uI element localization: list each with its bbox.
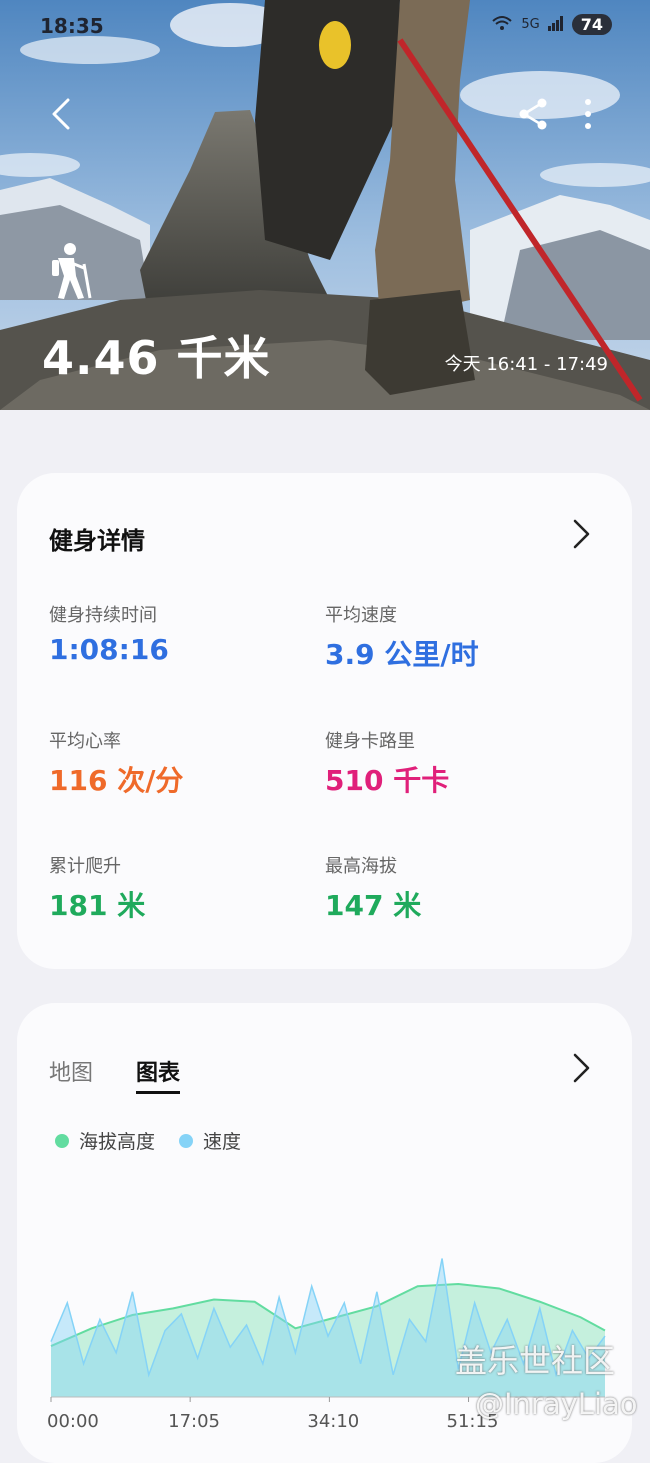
battery-indicator: 74 bbox=[571, 14, 612, 35]
metric-label-avg-heart-rate: 平均心率 bbox=[49, 731, 121, 752]
hiking-icon bbox=[48, 242, 94, 300]
metric-value-avg-speed: 3.9 公里/时 bbox=[325, 638, 479, 671]
chevron-right-icon[interactable] bbox=[569, 517, 593, 551]
cellular-signal-icon bbox=[547, 15, 564, 35]
metric-label-avg-speed: 平均速度 bbox=[325, 605, 397, 626]
metric-label-max-altitude: 最高海拔 bbox=[325, 856, 397, 877]
metric-label-calories: 健身卡路里 bbox=[325, 731, 415, 752]
workout-time-range: 今天 16:41 - 17:49 bbox=[444, 354, 608, 375]
workout-details-card[interactable]: 健身详情 健身持续时间 1:08:16 平均速度 3.9 公里/时 平均心率 1… bbox=[17, 473, 632, 969]
wifi-icon bbox=[491, 15, 513, 35]
details-title: 健身详情 bbox=[49, 527, 145, 555]
metric-value-duration: 1:08:16 bbox=[49, 633, 169, 666]
share-button[interactable] bbox=[516, 96, 552, 132]
x-tick-label: 17:05 bbox=[168, 1411, 220, 1432]
status-time: 18:35 bbox=[40, 14, 104, 38]
watermark-username: @InrayLiao bbox=[475, 1387, 638, 1421]
status-icons: 5G 74 bbox=[491, 14, 612, 35]
chevron-left-icon bbox=[52, 98, 70, 130]
metric-value-elevation-gain: 181 米 bbox=[49, 889, 146, 922]
signal-label: 5G bbox=[521, 17, 540, 32]
metric-label-duration: 健身持续时间 bbox=[49, 605, 157, 626]
x-tick-label: 34:10 bbox=[307, 1411, 359, 1432]
x-tick-label: 00:00 bbox=[47, 1411, 99, 1432]
hero-banner: 18:35 5G 74 4.46 千米 今天 16:41 - 17:49 bbox=[0, 0, 650, 410]
back-button[interactable] bbox=[44, 94, 84, 134]
metric-value-calories: 510 千卡 bbox=[325, 764, 450, 797]
metric-value-avg-heart-rate: 116 次/分 bbox=[49, 764, 184, 797]
more-options-button[interactable] bbox=[576, 96, 600, 132]
metric-value-max-altitude: 147 米 bbox=[325, 889, 422, 922]
total-distance: 4.46 千米 bbox=[42, 331, 271, 385]
watermark-community: 盖乐世社区 bbox=[455, 1342, 616, 1380]
metric-label-elevation-gain: 累计爬升 bbox=[49, 856, 121, 877]
share-icon bbox=[519, 98, 547, 130]
more-vertical-icon bbox=[585, 99, 591, 129]
